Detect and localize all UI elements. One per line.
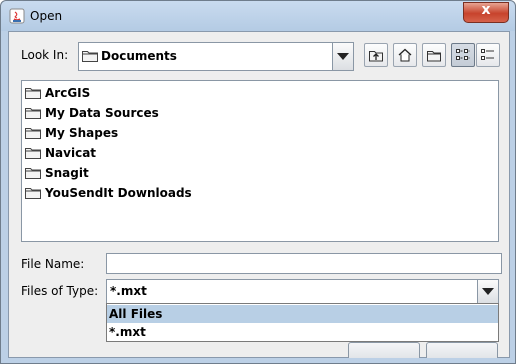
up-one-level-button[interactable] xyxy=(364,43,388,67)
file-type-popup[interactable]: All Files *.mxt xyxy=(106,303,499,342)
close-icon: x xyxy=(481,2,491,18)
open-button[interactable] xyxy=(348,342,420,358)
file-list[interactable]: ArcGIS My Data Sources My Shapes Navicat xyxy=(21,80,499,242)
file-type-dropdown-button[interactable] xyxy=(477,279,499,304)
file-type-label: Files of Type: xyxy=(21,284,99,298)
file-name: Navicat xyxy=(45,146,97,160)
option-label: *.mxt xyxy=(109,325,146,339)
file-type-value: *.mxt xyxy=(110,284,147,298)
file-name: My Shapes xyxy=(45,126,119,140)
new-folder-icon xyxy=(427,51,441,62)
window-title: Open xyxy=(30,9,63,23)
up-one-level-icon xyxy=(369,51,383,62)
list-view-button[interactable] xyxy=(451,43,475,67)
look-in-label: Look In: xyxy=(21,48,69,62)
open-dialog: Open x Look In: Documents ArcGIS My Data… xyxy=(0,0,516,364)
folder-icon xyxy=(25,148,41,159)
folder-icon xyxy=(25,108,41,119)
look-in-value: Documents xyxy=(101,49,177,63)
home-icon xyxy=(398,48,412,62)
dialog-body: Look In: Documents ArcGIS My Data Source… xyxy=(8,31,510,358)
file-name: YouSendIt Downloads xyxy=(45,186,192,200)
file-name: Snagit xyxy=(45,166,89,180)
look-in-combo[interactable]: Documents xyxy=(78,42,333,71)
file-type-combo[interactable]: *.mxt xyxy=(106,279,479,304)
file-type-option[interactable]: *.mxt xyxy=(107,323,498,341)
new-folder-button[interactable] xyxy=(422,43,446,67)
list-view-icon xyxy=(456,49,470,60)
java-app-icon xyxy=(9,8,25,24)
details-view-icon xyxy=(481,49,494,60)
file-name-field[interactable] xyxy=(106,253,502,274)
look-in-dropdown-button[interactable] xyxy=(332,42,354,71)
file-type-option[interactable]: All Files xyxy=(107,305,498,323)
option-label: All Files xyxy=(109,307,163,321)
home-button[interactable] xyxy=(393,43,417,67)
folder-icon xyxy=(25,168,41,179)
file-name: My Data Sources xyxy=(45,106,159,120)
file-name: ArcGIS xyxy=(45,86,91,100)
folder-icon xyxy=(25,188,41,199)
folder-icon xyxy=(25,128,41,139)
folder-icon xyxy=(25,88,41,99)
close-button[interactable]: x xyxy=(463,2,509,23)
title-bar[interactable]: Open x xyxy=(1,1,515,31)
file-name-label: File Name: xyxy=(21,257,85,271)
folder-icon xyxy=(82,51,98,62)
details-view-button[interactable] xyxy=(476,43,500,67)
cancel-button[interactable] xyxy=(426,342,498,358)
